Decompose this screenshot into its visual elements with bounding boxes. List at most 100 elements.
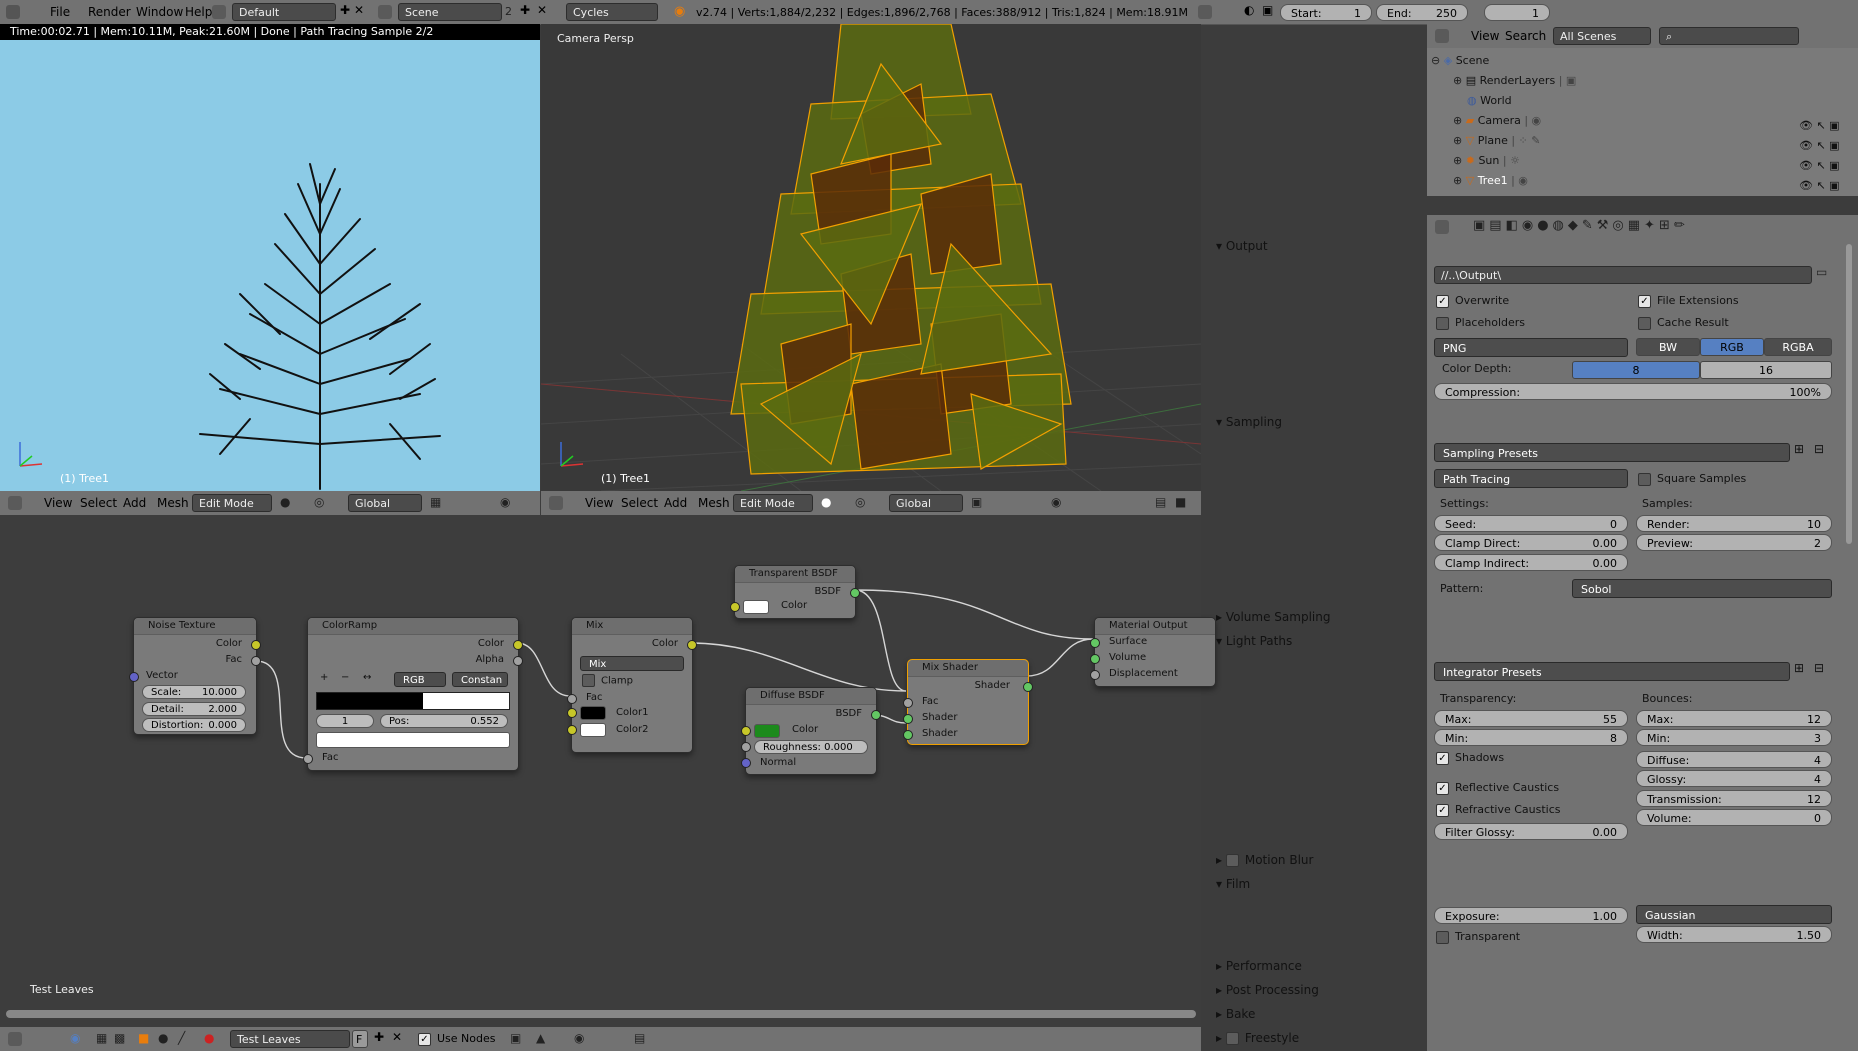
shadows-checkbox[interactable]: ✓ Shadows	[1436, 751, 1504, 765]
snap-node-icon[interactable]: ◉	[574, 1031, 584, 1045]
filter-width-field[interactable]: Width: 1.50	[1636, 926, 1832, 943]
diffuse-normal-socket[interactable]	[741, 758, 751, 768]
menu-add[interactable]: Add	[123, 496, 146, 510]
performance-panel-header[interactable]: ▸ Performance	[1216, 957, 1546, 975]
close-layout-icon[interactable]: ✕	[354, 3, 364, 17]
sampling-method-select[interactable]: Path Tracing	[1434, 469, 1628, 488]
menu-help[interactable]: Help	[185, 5, 212, 19]
menu-select[interactable]: Select	[80, 496, 117, 510]
view3d-editor-icon-2[interactable]	[549, 496, 563, 510]
scene-icon[interactable]	[378, 5, 392, 19]
mix-fac-socket[interactable]	[567, 694, 577, 704]
menu-view[interactable]: View	[44, 496, 72, 510]
colorramp-node[interactable]: ColorRamp Color Alpha + − ↔ RGB Constan …	[303, 617, 523, 771]
sampling-presets-select[interactable]: Sampling Presets	[1434, 443, 1790, 462]
compositing-nodes-icon[interactable]: ▩	[114, 1031, 125, 1045]
mix-color2-swatch[interactable]	[580, 723, 606, 737]
ramp-stop-color[interactable]	[316, 732, 510, 748]
outliner-item-scene[interactable]: ⊖ ◈ Scene	[1431, 54, 1489, 67]
remove-preset-icon[interactable]: ⊟	[1814, 442, 1824, 456]
layers-icon[interactable]: ▦	[430, 495, 441, 509]
world-shader-icon[interactable]: ●	[158, 1031, 168, 1045]
diffuse-bounces-field[interactable]: Diffuse: 4	[1636, 751, 1832, 768]
post-processing-panel-header[interactable]: ▸ Post Processing	[1216, 981, 1546, 999]
diffuse-bsdf-node[interactable]: Diffuse BSDF BSDF Color Roughness: 0.000…	[741, 687, 881, 775]
volume-sampling-panel-header[interactable]: ▸ Volume Sampling	[1216, 608, 1546, 626]
mix-color-socket[interactable]	[687, 640, 697, 650]
compression-slider[interactable]: Compression: 100%	[1434, 383, 1832, 400]
output-displacement-socket[interactable]	[1090, 670, 1100, 680]
ramp-interp-select[interactable]: Constan	[452, 672, 508, 687]
transparency-min-field[interactable]: Min: 8	[1434, 729, 1628, 746]
shader-nodes-icon[interactable]: ◉	[70, 1031, 80, 1045]
film-panel-header[interactable]: ▾ Film	[1216, 875, 1546, 893]
linestyle-icon[interactable]: ╱	[178, 1031, 185, 1045]
outliner-item-sun[interactable]: ⊕ ✹ Sun | ☼	[1453, 154, 1520, 167]
lock-icon[interactable]: ▣	[1262, 3, 1273, 17]
orientation-select[interactable]: Global	[348, 494, 422, 512]
noise-texture-node[interactable]: Noise Texture Color Fac Vector Scale: 10.…	[129, 617, 261, 735]
menu-render[interactable]: Render	[88, 5, 131, 19]
scene-field[interactable]: Scene	[398, 3, 502, 21]
clamp-indirect-field[interactable]: Clamp Indirect: 0.00	[1434, 554, 1628, 571]
file-extensions-checkbox[interactable]: ✓ File Extensions	[1638, 294, 1739, 308]
outliner-tree[interactable]: ⊖ ◈ Scene ⊕ ▤ RenderLayers | ▣ ◍ World ⊕…	[1427, 48, 1858, 196]
menu-select-2[interactable]: Select	[621, 496, 658, 510]
folder-icon[interactable]: ▭	[1816, 265, 1827, 279]
square-samples-checkbox[interactable]: Square Samples	[1638, 472, 1746, 486]
parent-icon[interactable]: ▲	[536, 1031, 545, 1045]
exposure-field[interactable]: Exposure: 1.00	[1434, 907, 1628, 924]
outliner-menu-view[interactable]: View	[1471, 29, 1499, 43]
noise-detail-field[interactable]: Detail: 2.000	[142, 702, 246, 716]
material-field[interactable]: Test Leaves	[230, 1030, 350, 1048]
mix-shader-node[interactable]: Mix Shader Shader Fac Shader Shader	[903, 659, 1033, 745]
outliner-item-plane[interactable]: ⊕ ▽ Plane | ⁘ ✎	[1453, 134, 1541, 147]
light-paths-panel-header[interactable]: ▾ Light Paths	[1216, 632, 1546, 650]
add-layout-icon[interactable]: ✚	[340, 3, 350, 17]
diffuse-roughness-field[interactable]: Roughness: 0.000	[754, 740, 868, 754]
freestyle-panel-header[interactable]: ▸ Freestyle	[1216, 1029, 1546, 1047]
diffuse-color-socket[interactable]	[741, 726, 751, 736]
transparent-color-socket[interactable]	[730, 602, 740, 612]
material-output-node[interactable]: Material Output Surface Volume Displacem…	[1090, 617, 1216, 687]
node-editor-scrollbar[interactable]	[6, 1010, 1196, 1018]
outliner-menu-search[interactable]: Search	[1505, 29, 1546, 43]
noise-vector-socket[interactable]	[129, 672, 139, 682]
ramp-flip-icon[interactable]: ↔	[363, 672, 371, 683]
color-mode-bw[interactable]: BW	[1636, 338, 1700, 356]
color-mode-rgba[interactable]: RGBA	[1764, 338, 1832, 356]
properties-editor-icon[interactable]	[1435, 220, 1449, 234]
add-integrator-preset-icon[interactable]: ⊞	[1794, 661, 1804, 675]
mix-shader-input1-socket[interactable]	[903, 714, 913, 724]
pivot-icon-2[interactable]: ◎	[855, 495, 865, 509]
object-shader-icon[interactable]: ■	[138, 1031, 149, 1045]
volume-bounces-field[interactable]: Volume: 0	[1636, 809, 1832, 826]
fake-user-button[interactable]: F	[352, 1030, 368, 1048]
menu-view-2[interactable]: View	[585, 496, 613, 510]
menu-mesh[interactable]: Mesh	[157, 496, 189, 510]
bounces-min-field[interactable]: Min: 3	[1636, 729, 1832, 746]
ramp-add-icon[interactable]: +	[320, 672, 328, 683]
layout-field[interactable]: Default	[232, 3, 336, 21]
bounces-max-field[interactable]: Max: 12	[1636, 710, 1832, 727]
outliner-item-tree1[interactable]: ⊕ ▽ Tree1 | ◉	[1453, 174, 1528, 187]
timeline-editor-icon[interactable]	[1198, 5, 1212, 19]
outliner-search-field[interactable]: ⌕	[1659, 27, 1799, 45]
mix-node[interactable]: Mix Color Mix Clamp Fac Color1 Color2	[567, 617, 697, 753]
output-surface-socket[interactable]	[1090, 638, 1100, 648]
unlink-material-icon[interactable]: ✕	[392, 1030, 402, 1044]
ramp-mode-select[interactable]: RGB	[394, 672, 446, 687]
mix-clamp-checkbox[interactable]: Clamp	[582, 674, 633, 687]
node-editor[interactable]: Noise Texture Color Fac Vector Scale: 10.…	[0, 515, 1216, 1027]
diffuse-bsdf-socket[interactable]	[871, 710, 881, 720]
mix-shader-input2-socket[interactable]	[903, 730, 913, 740]
noise-fac-socket[interactable]	[251, 656, 261, 666]
menu-file[interactable]: File	[50, 5, 70, 19]
render-viewport[interactable]: Time:00:02.71 | Mem:10.11M, Peak:21.60M …	[0, 24, 540, 491]
mode-select-2[interactable]: Edit Mode	[733, 494, 813, 512]
noise-scale-field[interactable]: Scale: 10.000	[142, 685, 246, 699]
filter-glossy-field[interactable]: Filter Glossy: 0.00	[1434, 823, 1628, 840]
output-volume-socket[interactable]	[1090, 654, 1100, 664]
overwrite-checkbox[interactable]: ✓ Overwrite	[1436, 294, 1509, 308]
cache-result-checkbox[interactable]: Cache Result	[1638, 316, 1729, 330]
